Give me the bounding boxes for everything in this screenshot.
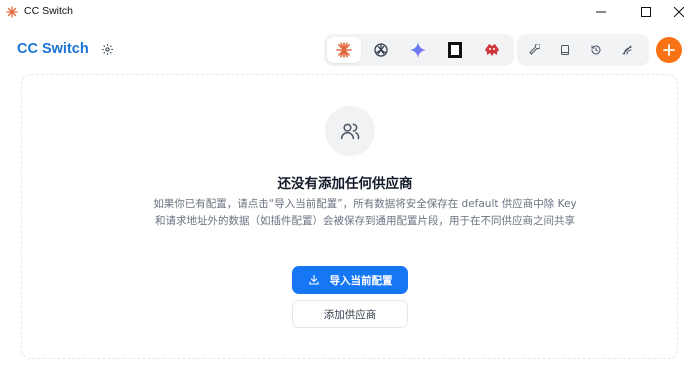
tab-square[interactable]	[438, 37, 472, 63]
openai-knot-icon	[374, 43, 388, 57]
claude-sunburst-icon	[336, 42, 352, 58]
settings-button[interactable]	[98, 40, 116, 58]
add-provider-text-button[interactable]: 添加供应商	[292, 300, 408, 328]
tab-red[interactable]	[475, 37, 509, 63]
add-provider-button[interactable]	[656, 37, 682, 63]
app-switcher	[324, 34, 514, 66]
window-title: CC Switch	[24, 5, 74, 17]
square-frame-icon	[448, 42, 462, 58]
tab-gemini[interactable]	[401, 37, 435, 63]
minimize-icon	[596, 11, 606, 13]
signal-icon	[622, 45, 632, 55]
tool-bar	[517, 34, 649, 66]
import-config-button[interactable]: 导入当前配置	[292, 266, 408, 294]
app-logo-icon	[6, 6, 18, 18]
download-icon	[308, 274, 319, 285]
tab-openai[interactable]	[364, 37, 398, 63]
plus-icon	[663, 44, 675, 56]
gemini-star-icon	[410, 42, 426, 58]
title-bar: CC Switch	[0, 0, 690, 24]
empty-state-avatar	[325, 106, 375, 156]
tab-claude[interactable]	[327, 37, 361, 63]
maximize-icon	[641, 7, 651, 17]
minimize-button[interactable]	[583, 0, 619, 24]
empty-state-description: 如果你已有配置，请点击“导入当前配置”，所有数据将安全保存在 default 供…	[153, 198, 577, 227]
signal-button[interactable]	[617, 40, 637, 60]
history-button[interactable]	[586, 40, 606, 60]
gear-icon	[101, 43, 113, 55]
import-config-label: 导入当前配置	[329, 274, 393, 287]
close-button[interactable]	[668, 0, 690, 24]
docs-button[interactable]	[555, 40, 575, 60]
tools-button[interactable]	[524, 40, 544, 60]
app-brand: CC Switch	[17, 41, 89, 57]
book-icon	[561, 45, 569, 55]
wrench-icon	[529, 44, 540, 55]
maximize-button[interactable]	[628, 0, 664, 24]
red-creature-icon	[485, 44, 499, 56]
users-icon	[340, 123, 360, 140]
history-icon	[591, 45, 601, 55]
add-provider-label: 添加供应商	[323, 308, 377, 321]
empty-state-title: 还没有添加任何供应商	[277, 176, 413, 192]
close-icon	[674, 7, 684, 17]
